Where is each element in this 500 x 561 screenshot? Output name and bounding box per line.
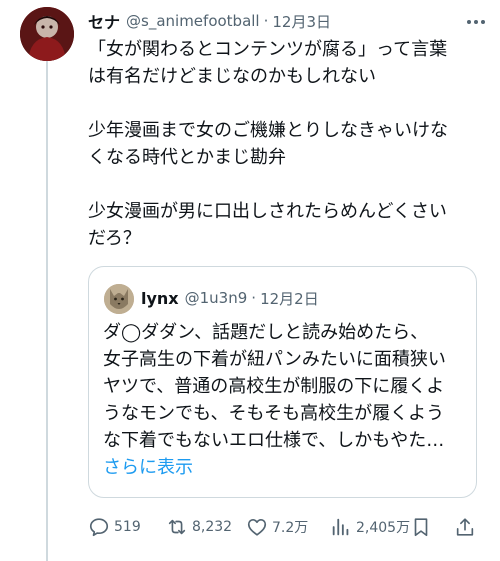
separator: · — [263, 12, 269, 30]
reply-icon — [89, 518, 109, 537]
author-handle[interactable]: @s_animefootball — [126, 12, 260, 30]
views-count: 2,405万 — [356, 520, 411, 536]
post-body-line: は有名だけどまじなのかもしれない — [88, 66, 376, 87]
author-avatar[interactable] — [20, 7, 74, 61]
reply-button[interactable]: 519 — [88, 512, 141, 542]
bookmark-button[interactable] — [410, 512, 432, 542]
quoted-post-date: 12月2日 — [260, 289, 319, 308]
reply-count: 519 — [114, 519, 141, 535]
post-body-line: だろ？ — [88, 228, 141, 249]
views-button[interactable]: 2,405万 — [330, 512, 410, 542]
quoted-post-header: lynx @1u3n9 · 12月2日 — [141, 287, 319, 309]
more-horizontal-icon[interactable] — [464, 12, 488, 32]
post-body-line: 少女漫画が男に口出しされたらめんどくさい — [88, 201, 447, 222]
separator: · — [251, 289, 257, 307]
post-body: 「女が関わるとコンテンツが腐る」って言葉 は有名だけどまじなのかもしれない 少年… — [88, 36, 488, 252]
like-button[interactable]: 7.2万 — [246, 512, 308, 542]
quoted-body-line: ヤツで、普通の高校生が制服の下に履くよ — [103, 376, 445, 397]
post-body-line: くなる時代とかまじ勘弁 — [88, 147, 286, 168]
post-header: セナ @s_animefootball · 12月3日 — [88, 10, 331, 32]
post-body-line: 「女が関わるとコンテンツが腐る」って言葉 — [88, 39, 448, 60]
quoted-post-body: ダ◯ダダン、話題だしと読み始めたら、 女子高生の下着が紐パンみたいに面積狭い ヤ… — [103, 319, 468, 481]
quoted-post-card[interactable]: lynx @1u3n9 · 12月2日 ダ◯ダダン、話題だしと読み始めたら、 女… — [88, 266, 477, 498]
repost-count: 8,232 — [192, 519, 233, 535]
author-name[interactable]: セナ — [88, 9, 120, 33]
post-body-line: 少年漫画まで女のご機嫌とりしなきゃいけな — [88, 120, 448, 141]
quoted-author-handle: @1u3n9 — [184, 289, 248, 307]
show-more-link[interactable]: さらに表示 — [103, 454, 468, 481]
quoted-body-line: うなモンでも、そもそも高校生が履くよう — [103, 403, 445, 424]
thread-line — [46, 58, 48, 561]
heart-icon — [247, 519, 267, 536]
repost-button[interactable]: 8,232 — [166, 512, 232, 542]
share-icon — [456, 518, 474, 536]
bookmark-icon — [414, 518, 428, 537]
quoted-body-line: な下着でもないエロ仕様で、しかもやた… — [103, 430, 445, 451]
action-bar: 519 8,232 7.2万 2,405万 — [88, 512, 488, 542]
quoted-body-line: 女子高生の下着が紐パンみたいに面積狭い — [103, 349, 446, 370]
analytics-icon — [332, 518, 349, 536]
repost-icon — [168, 519, 186, 535]
quoted-author-avatar — [104, 284, 134, 314]
post-date[interactable]: 12月3日 — [272, 11, 331, 32]
share-button[interactable] — [454, 512, 476, 542]
quoted-author-name: lynx — [141, 288, 179, 308]
quoted-body-line: ダ◯ダダン、話題だしと読み始めたら、 — [103, 322, 429, 343]
like-count: 7.2万 — [272, 520, 309, 536]
